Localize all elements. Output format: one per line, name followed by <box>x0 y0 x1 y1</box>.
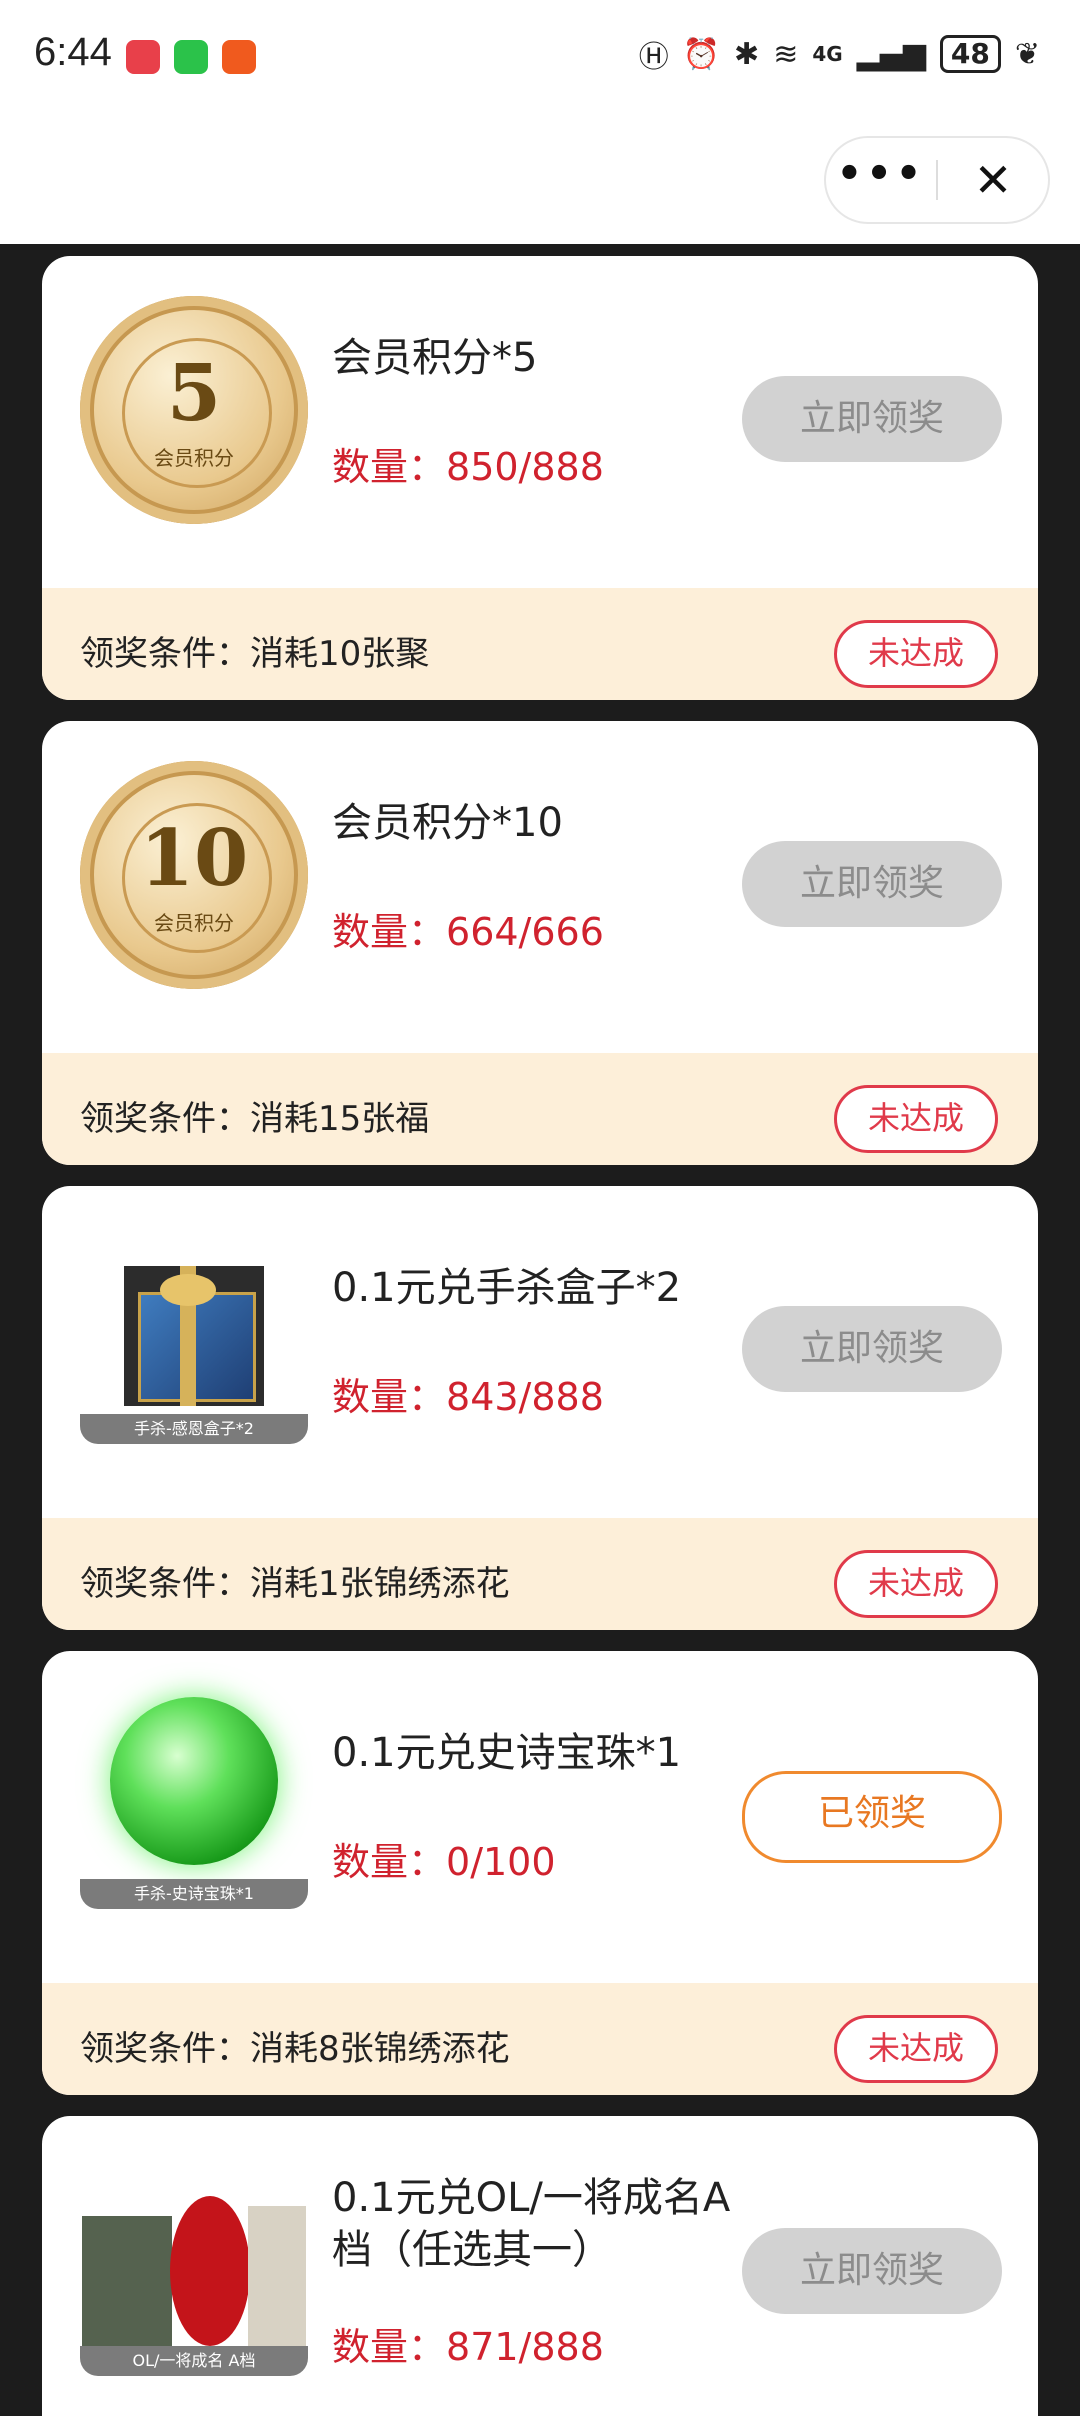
condition-text: 领奖条件：消耗10张聚 <box>80 626 429 675</box>
close-icon[interactable]: ✕ <box>938 153 1048 207</box>
alarm-icon: ⏰ <box>682 36 721 72</box>
reward-card-main: 5 会员积分 会员积分*5 数量：850/888 立即领奖 <box>42 256 1038 588</box>
bundle-art-left <box>82 2216 172 2346</box>
leaf-icon: ❦ <box>1014 36 1040 72</box>
reward-thumbnail: 10 会员积分 <box>80 761 308 989</box>
coin-label: 会员积分 <box>154 911 234 935</box>
condition-label: 领奖条件： <box>80 634 250 674</box>
reward-card-main: 10 会员积分 会员积分*10 数量：664/666 立即领奖 <box>42 721 1038 1053</box>
reward-quantity: 数量：850/888 <box>332 436 604 491</box>
capsule-menu: ••• ✕ <box>824 136 1050 224</box>
reward-card: 10 会员积分 会员积分*10 数量：664/666 立即领奖 领奖条件：消耗1… <box>42 721 1038 1165</box>
gift-box-icon <box>124 1266 264 1406</box>
quantity-value: 843/888 <box>446 1375 604 1419</box>
coin-number: 5 <box>166 348 222 439</box>
status-time: 6:44 <box>34 30 112 74</box>
condition-value: 消耗10张聚 <box>250 634 430 674</box>
reward-card-main: 手杀-史诗宝珠*1 0.1元兑史诗宝珠*1 数量：0/100 已领奖 <box>42 1651 1038 1983</box>
claim-button[interactable]: 立即领奖 <box>742 1306 1002 1392</box>
condition-value: 消耗8张锦绣添花 <box>250 2029 510 2069</box>
condition-label: 领奖条件： <box>80 1564 250 1604</box>
status-bar: 6:44 Ⓗ ⏰ ✱ ≋ 4G ▂▄▆ 48 ❦ <box>0 0 1080 120</box>
reward-card: OL/一将成名 A档 0.1元兑OL/一将成名A档（任选其一） 数量：871/8… <box>42 2116 1038 2416</box>
quantity-value: 0/100 <box>446 1840 556 1884</box>
reward-thumbnail: 手杀-史诗宝珠*1 <box>80 1691 308 1919</box>
reward-title: 0.1元兑史诗宝珠*1 <box>332 1730 682 1776</box>
quantity-value: 850/888 <box>446 445 604 489</box>
battery-icon: 48 <box>939 35 1001 73</box>
reward-title: 会员积分*5 <box>332 335 538 381</box>
more-dots-icon[interactable]: ••• <box>826 154 936 206</box>
wechat-app-icon <box>174 40 208 74</box>
quantity-label: 数量： <box>332 445 447 489</box>
game-bundle-icon <box>80 2176 308 2356</box>
reward-card: 手杀-感恩盒子*2 0.1元兑手杀盒子*2 数量：843/888 立即领奖 领奖… <box>42 1186 1038 1630</box>
claimed-button[interactable]: 已领奖 <box>742 1771 1002 1863</box>
reward-title: 0.1元兑手杀盒子*2 <box>332 1265 682 1311</box>
condition-value: 消耗1张锦绣添花 <box>250 1564 510 1604</box>
condition-value: 消耗15张福 <box>250 1099 430 1139</box>
status-badge: 未达成 <box>834 1085 998 1153</box>
quantity-value: 871/888 <box>446 2325 604 2369</box>
reward-condition-bar: 领奖条件：消耗15张福 未达成 <box>42 1053 1038 1165</box>
thumbnail-caption: 手杀-感恩盒子*2 <box>80 1414 308 1444</box>
claim-button[interactable]: 立即领奖 <box>742 2228 1002 2314</box>
reward-thumbnail: OL/一将成名 A档 <box>80 2176 308 2404</box>
reward-quantity: 数量：664/666 <box>332 901 604 956</box>
status-badge: 未达成 <box>834 1550 998 1618</box>
quantity-label: 数量： <box>332 2325 447 2369</box>
quantity-label: 数量： <box>332 910 447 954</box>
reward-thumbnail: 5 会员积分 <box>80 296 308 524</box>
condition-text: 领奖条件：消耗1张锦绣添花 <box>80 1556 510 1605</box>
status-badge: 未达成 <box>834 2015 998 2083</box>
reward-thumbnail: 手杀-感恩盒子*2 <box>80 1226 308 1454</box>
bluetooth-icon: ✱ <box>734 36 760 72</box>
bundle-art-right <box>248 2206 306 2346</box>
network-label: 4G <box>812 42 843 66</box>
status-badge: 未达成 <box>834 620 998 688</box>
huawei-app-icon <box>126 40 160 74</box>
condition-text: 领奖条件：消耗8张锦绣添花 <box>80 2021 510 2070</box>
gift-bow <box>160 1274 216 1306</box>
system-icons: Ⓗ ⏰ ✱ ≋ 4G ▂▄▆ 48 ❦ <box>639 32 1040 76</box>
condition-label: 领奖条件： <box>80 1099 250 1139</box>
reward-card: 5 会员积分 会员积分*5 数量：850/888 立即领奖 领奖条件：消耗10张… <box>42 256 1038 700</box>
quantity-label: 数量： <box>332 1375 447 1419</box>
reward-quantity: 数量：0/100 <box>332 1831 556 1886</box>
quantity-value: 664/666 <box>446 910 604 954</box>
thumbnail-caption: OL/一将成名 A档 <box>80 2346 308 2376</box>
reward-quantity: 数量：871/888 <box>332 2316 604 2371</box>
hd-icon: Ⓗ <box>638 40 669 75</box>
reward-card-main: 手杀-感恩盒子*2 0.1元兑手杀盒子*2 数量：843/888 立即领奖 <box>42 1186 1038 1518</box>
coin-icon: 5 会员积分 <box>80 296 308 524</box>
quantity-label: 数量： <box>332 1840 447 1884</box>
epic-orb-icon <box>110 1697 278 1865</box>
claim-button[interactable]: 立即领奖 <box>742 841 1002 927</box>
mini-program-header: ••• ✕ <box>0 120 1080 244</box>
reward-card-main: OL/一将成名 A档 0.1元兑OL/一将成名A档（任选其一） 数量：871/8… <box>42 2116 1038 2416</box>
claim-button[interactable]: 立即领奖 <box>742 376 1002 462</box>
gift-box <box>138 1292 256 1402</box>
wifi-icon: ≋ <box>773 36 799 72</box>
condition-text: 领奖条件：消耗15张福 <box>80 1091 429 1140</box>
signal-icon: ▂▄▆ <box>856 36 926 72</box>
reward-title: 会员积分*10 <box>332 800 563 846</box>
condition-label: 领奖条件： <box>80 2029 250 2069</box>
coin-label: 会员积分 <box>154 446 234 470</box>
coin-number: 10 <box>139 813 249 904</box>
bundle-art-rose <box>170 2196 250 2346</box>
coin-icon: 10 会员积分 <box>80 761 308 989</box>
taobao-app-icon <box>222 40 256 74</box>
reward-condition-bar: 领奖条件：消耗10张聚 未达成 <box>42 588 1038 700</box>
reward-quantity: 数量：843/888 <box>332 1366 604 1421</box>
reward-condition-bar: 领奖条件：消耗1张锦绣添花 未达成 <box>42 1518 1038 1630</box>
reward-condition-bar: 领奖条件：消耗8张锦绣添花 未达成 <box>42 1983 1038 2095</box>
reward-card: 手杀-史诗宝珠*1 0.1元兑史诗宝珠*1 数量：0/100 已领奖 领奖条件：… <box>42 1651 1038 2095</box>
reward-title: 0.1元兑OL/一将成名A档（任选其一） <box>332 2175 731 2273</box>
thumbnail-caption: 手杀-史诗宝珠*1 <box>80 1879 308 1909</box>
